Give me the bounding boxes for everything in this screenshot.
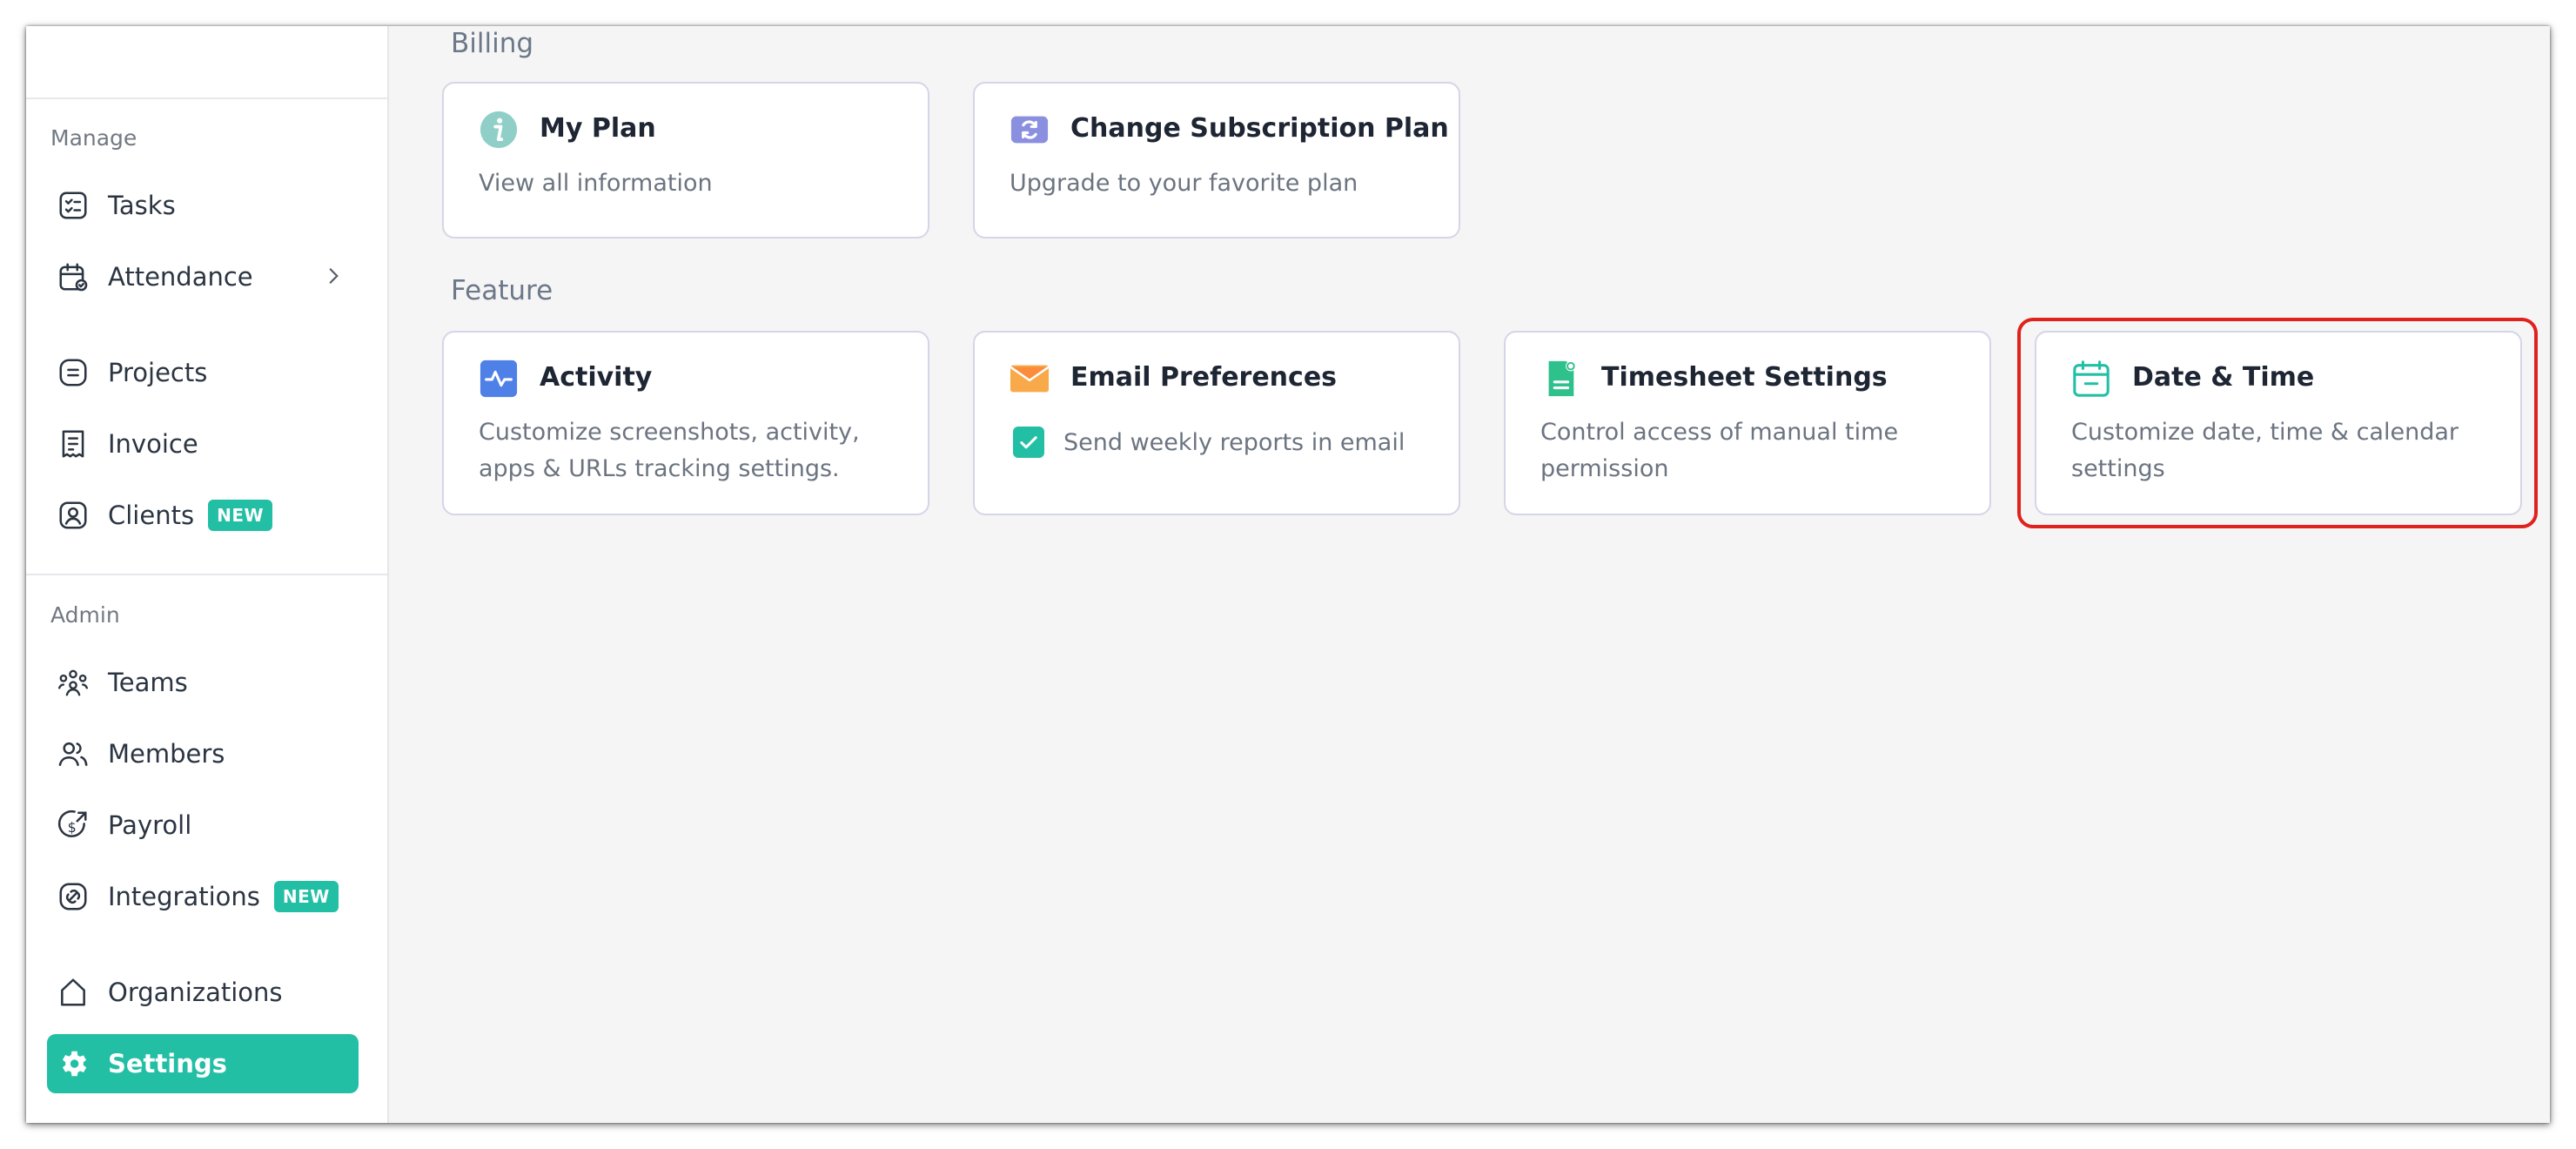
card-title: Date & Time bbox=[2132, 362, 2315, 393]
clients-icon bbox=[56, 498, 91, 533]
sidebar-item-members[interactable]: Members bbox=[47, 724, 359, 783]
new-badge: NEW bbox=[273, 881, 339, 912]
weekly-reports-checkbox[interactable] bbox=[1013, 427, 1044, 458]
sidebar-item-attendance[interactable]: Attendance bbox=[47, 247, 359, 306]
sidebar-item-label: Tasks bbox=[108, 191, 176, 220]
card-title: Activity bbox=[540, 362, 653, 393]
sidebar-item-invoice[interactable]: Invoice bbox=[47, 414, 359, 474]
sidebar-item-tasks[interactable]: Tasks bbox=[47, 176, 359, 235]
sidebar-item-projects[interactable]: Projects bbox=[47, 343, 359, 402]
svg-text:$: $ bbox=[68, 819, 77, 836]
organizations-icon bbox=[56, 975, 91, 1010]
change-subscription-card[interactable]: Change Subscription Plan Upgrade to your… bbox=[973, 82, 1460, 239]
sidebar-item-label: Payroll bbox=[108, 810, 192, 840]
sidebar-divider bbox=[26, 574, 387, 575]
invoice-icon bbox=[56, 427, 91, 461]
card-description: Upgrade to your favorite plan bbox=[1010, 170, 1358, 197]
manage-section-label: Manage bbox=[50, 125, 138, 151]
card-description: View all information bbox=[479, 170, 713, 197]
weekly-reports-option[interactable]: Send weekly reports in email bbox=[1013, 427, 1405, 458]
activity-icon bbox=[479, 359, 519, 399]
tasks-icon bbox=[56, 188, 91, 223]
members-icon bbox=[56, 736, 91, 771]
email-preferences-card[interactable]: Email Preferences Send weekly reports in… bbox=[973, 331, 1460, 515]
sidebar-item-label: Teams bbox=[108, 668, 188, 697]
calendar-icon bbox=[2071, 359, 2111, 399]
integrations-icon bbox=[56, 879, 91, 914]
card-title: My Plan bbox=[540, 113, 656, 144]
checkmark-icon bbox=[1020, 436, 1037, 449]
info-icon bbox=[479, 110, 519, 150]
gear-icon bbox=[56, 1046, 91, 1081]
admin-section-label: Admin bbox=[50, 602, 120, 628]
card-description: Control access of manual time permission bbox=[1540, 419, 1899, 482]
sidebar-divider bbox=[26, 97, 387, 99]
sidebar-item-label: Invoice bbox=[108, 429, 198, 459]
card-title: Timesheet Settings bbox=[1601, 362, 1888, 393]
card-title: Email Preferences bbox=[1070, 362, 1338, 393]
chevron-right-icon[interactable] bbox=[322, 265, 345, 287]
card-title: Change Subscription Plan bbox=[1070, 113, 1449, 144]
date-time-card[interactable]: Date & Time Customize date, time & calen… bbox=[2035, 331, 2522, 515]
sidebar-item-settings[interactable]: Settings bbox=[47, 1034, 359, 1093]
sidebar-item-label: Attendance bbox=[108, 262, 253, 292]
sidebar-item-label: Settings bbox=[108, 1049, 227, 1078]
sidebar-item-payroll[interactable]: $ Payroll bbox=[47, 796, 359, 855]
sidebar: Manage Tasks Attendance Projects Invoice… bbox=[26, 26, 389, 1123]
sidebar-item-organizations[interactable]: Organizations bbox=[47, 963, 359, 1022]
sidebar-item-clients[interactable]: Clients NEW bbox=[47, 486, 359, 545]
sidebar-item-teams[interactable]: Teams bbox=[47, 653, 359, 712]
activity-card[interactable]: Activity Customize screenshots, activity… bbox=[442, 331, 929, 515]
weekly-reports-label: Send weekly reports in email bbox=[1063, 428, 1405, 456]
sidebar-item-integrations[interactable]: Integrations NEW bbox=[47, 867, 359, 926]
feature-section-title: Feature bbox=[451, 275, 553, 306]
payroll-icon: $ bbox=[56, 808, 91, 843]
timesheet-icon bbox=[1540, 359, 1580, 399]
sidebar-item-label: Integrations bbox=[108, 882, 260, 911]
my-plan-card[interactable]: My Plan View all information bbox=[442, 82, 929, 239]
app-window: Manage Tasks Attendance Projects Invoice… bbox=[26, 26, 2550, 1123]
teams-icon bbox=[56, 665, 91, 700]
sidebar-item-label: Clients bbox=[108, 501, 195, 530]
timesheet-settings-card[interactable]: Timesheet Settings Control access of man… bbox=[1504, 331, 1991, 515]
projects-icon bbox=[56, 355, 91, 390]
billing-section-title: Billing bbox=[451, 28, 534, 59]
sidebar-item-label: Members bbox=[108, 739, 225, 769]
sidebar-item-label: Projects bbox=[108, 358, 208, 387]
subscription-icon bbox=[1010, 110, 1050, 150]
sidebar-item-label: Organizations bbox=[108, 978, 283, 1007]
new-badge: NEW bbox=[208, 500, 273, 531]
card-description: Customize screenshots, activity, apps & … bbox=[479, 419, 860, 482]
card-description: Customize date, time & calendar settings bbox=[2071, 419, 2459, 482]
email-icon bbox=[1010, 359, 1050, 399]
attendance-icon bbox=[56, 259, 91, 294]
